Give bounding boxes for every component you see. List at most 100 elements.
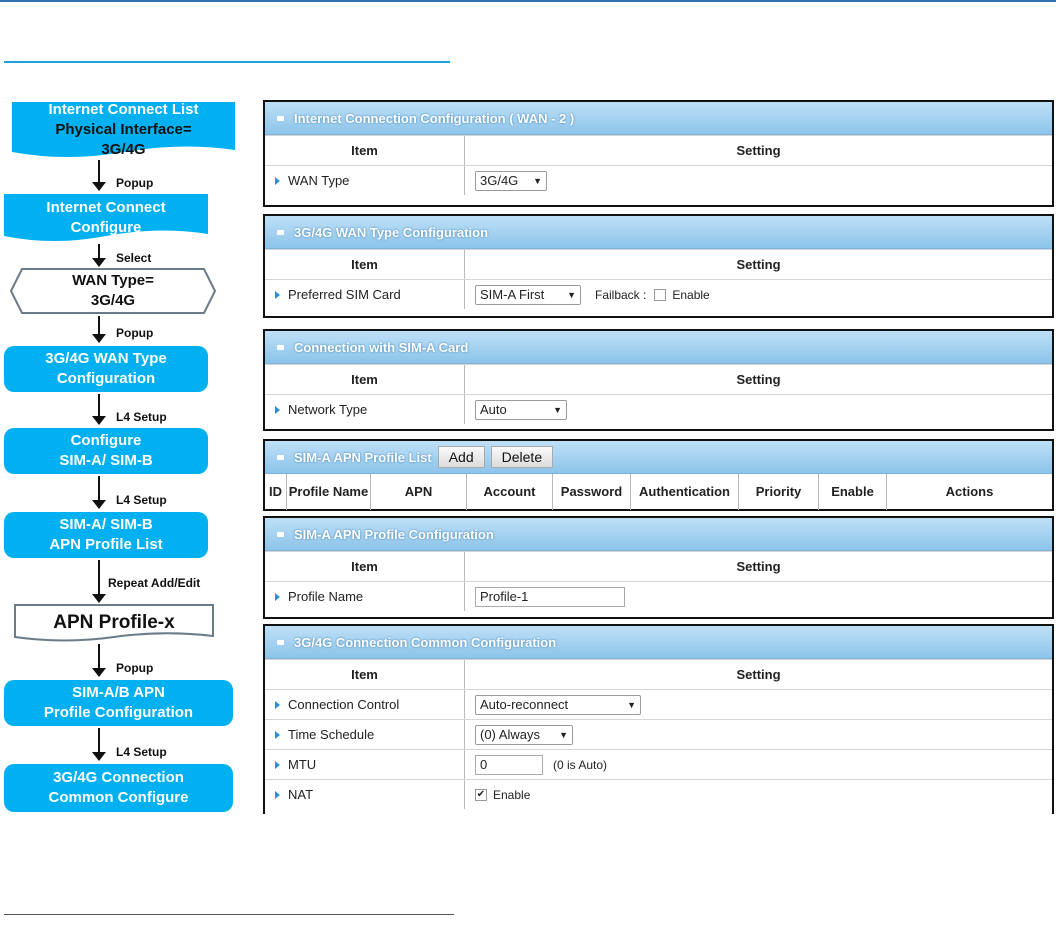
table-row: Time Schedule (0) Always ▼ [265,719,1052,749]
failback-label: Failback : [595,287,647,302]
connection-control-select[interactable]: Auto-reconnect ▼ [475,694,641,715]
column-header-apn: APN [371,474,467,510]
flow-arrow-label: L4 Setup [116,493,167,507]
delete-profile-button[interactable]: Delete [490,446,554,468]
network-type-select[interactable]: Auto ▼ [475,399,567,420]
bullet-arrow-icon [275,760,280,769]
section-title: SIM-A APN Profile List [294,449,432,465]
flow-arrow-label: Repeat Add/Edit [108,576,201,590]
section-header: 3G/4G Connection Common Configuration [265,626,1052,659]
flow-box-line: 3G/4G [90,292,136,309]
section-title: Connection with SIM-A Card [294,339,469,355]
collapse-icon[interactable] [277,115,284,121]
section-header: Connection with SIM-A Card [265,331,1052,364]
flow-box-internet-connect-list: Internet Connect List Physical Interface… [12,101,235,158]
flow-box-line: WAN Type= [72,272,154,289]
select-value: 3G/4G [480,173,519,188]
profile-name-input[interactable]: Profile-1 [475,586,625,607]
section-internet-connection: Internet Connection Configuration ( WAN … [263,100,1054,207]
table-header-row: Item Setting [265,364,1052,394]
flow-arrow-label: Select [116,251,152,265]
section-apn-profile-configuration: SIM-A APN Profile Configuration Item Set… [263,516,1054,619]
section-header: 3G/4G WAN Type Configuration [265,216,1052,249]
column-header-profile-name: Profile Name [287,474,371,510]
mtu-input[interactable]: 0 [475,754,543,775]
collapse-icon[interactable] [277,454,284,460]
dropdown-caret-icon: ▼ [567,289,576,300]
flow-box-line: Profile Configuration [43,704,194,721]
select-value: (0) Always [480,727,540,742]
flow-box-line: Configuration [56,370,156,387]
column-header-account: Account [467,474,553,510]
failback-enable-label: Enable [672,287,710,302]
column-header-item: Item [265,365,465,394]
profile-name-label: Profile Name [288,589,364,604]
flow-box-line: SIM-A/ SIM-B [59,452,153,469]
table-row: WAN Type 3G/4G ▼ [265,165,1052,195]
failback-enable-checkbox[interactable] [654,288,667,301]
column-header-item: Item [265,250,465,279]
table-row: Preferred SIM Card SIM-A First ▼ Failback… [265,279,1052,309]
select-value: SIM-A First [480,287,545,302]
footnote-rule [4,914,454,915]
flow-arrow-label: Popup [116,176,154,190]
collapse-icon[interactable] [277,229,284,235]
table-row: Profile Name Profile-1 [265,581,1052,611]
table-row: NAT ✔ Enable [265,779,1052,809]
column-header-item: Item [265,552,465,581]
network-type-label: Network Type [288,402,368,417]
mtu-note: (0 is Auto) [553,757,608,772]
time-schedule-select[interactable]: (0) Always ▼ [475,724,573,745]
column-header-setting: Setting [736,372,781,387]
column-header-item: Item [265,136,465,165]
column-header-id: ID [265,474,287,510]
flow-arrow-label: Popup [116,661,154,675]
table-row: MTU 0 (0 is Auto) [265,749,1052,779]
bullet-arrow-icon [275,730,280,739]
flow-box-connection-common-configure: 3G/4G Connection Common Configure [4,764,233,812]
flow-box-line: 3G/4G Connection [53,769,184,786]
section-header: Internet Connection Configuration ( WAN … [265,102,1052,135]
bullet-arrow-icon [275,700,280,709]
column-header-setting: Setting [736,559,781,574]
column-header-actions: Actions [945,484,994,499]
table-header-row: Item Setting [265,249,1052,279]
collapse-icon[interactable] [277,639,284,645]
flow-box-line: Physical Interface= [55,121,192,138]
section-header: SIM-A APN Profile Configuration [265,518,1052,551]
column-header-enable: Enable [819,474,887,510]
flow-box-configure-sim: Configure SIM-A/ SIM-B [4,428,208,474]
section-title: SIM-A APN Profile Configuration [294,526,494,542]
preferred-sim-select[interactable]: SIM-A First ▼ [475,284,581,305]
flow-box-line: APN Profile-x [53,612,175,633]
flow-box-internet-connect-configure: Internet Connect Configure [4,194,208,242]
time-schedule-label: Time Schedule [288,727,375,742]
collapse-icon[interactable] [277,531,284,537]
nat-enable-label: Enable [493,787,531,802]
column-header-priority: Priority [739,474,819,510]
section-header: SIM-A APN Profile List Add Delete [265,441,1052,474]
add-profile-button[interactable]: Add [437,446,485,468]
flow-box-line: Configure [70,219,142,236]
column-header-setting: Setting [736,667,781,682]
bullet-arrow-icon [275,405,280,414]
flow-box-line: Configure [70,432,142,449]
flow-box-apn-profile-list: SIM-A/ SIM-B APN Profile List [4,512,208,558]
dropdown-caret-icon: ▼ [627,699,636,710]
flow-arrow [92,316,106,343]
bullet-arrow-icon [275,790,280,799]
mtu-label: MTU [288,757,317,772]
collapse-icon[interactable] [277,344,284,350]
nat-label: NAT [288,787,314,802]
flow-arrow [92,476,106,509]
flow-arrow [92,644,106,677]
flow-box-line: Internet Connect List [48,101,199,118]
bullet-arrow-icon [275,592,280,601]
nat-enable-checkbox[interactable]: ✔ [475,788,487,801]
table-header-row: Item Setting [265,135,1052,165]
dropdown-caret-icon: ▼ [553,404,562,415]
select-value: Auto-reconnect [480,697,569,712]
wan-type-select[interactable]: 3G/4G ▼ [475,170,547,191]
table-row: Connection Control Auto-reconnect ▼ [265,689,1052,719]
table-header-row: Item Setting [265,659,1052,689]
